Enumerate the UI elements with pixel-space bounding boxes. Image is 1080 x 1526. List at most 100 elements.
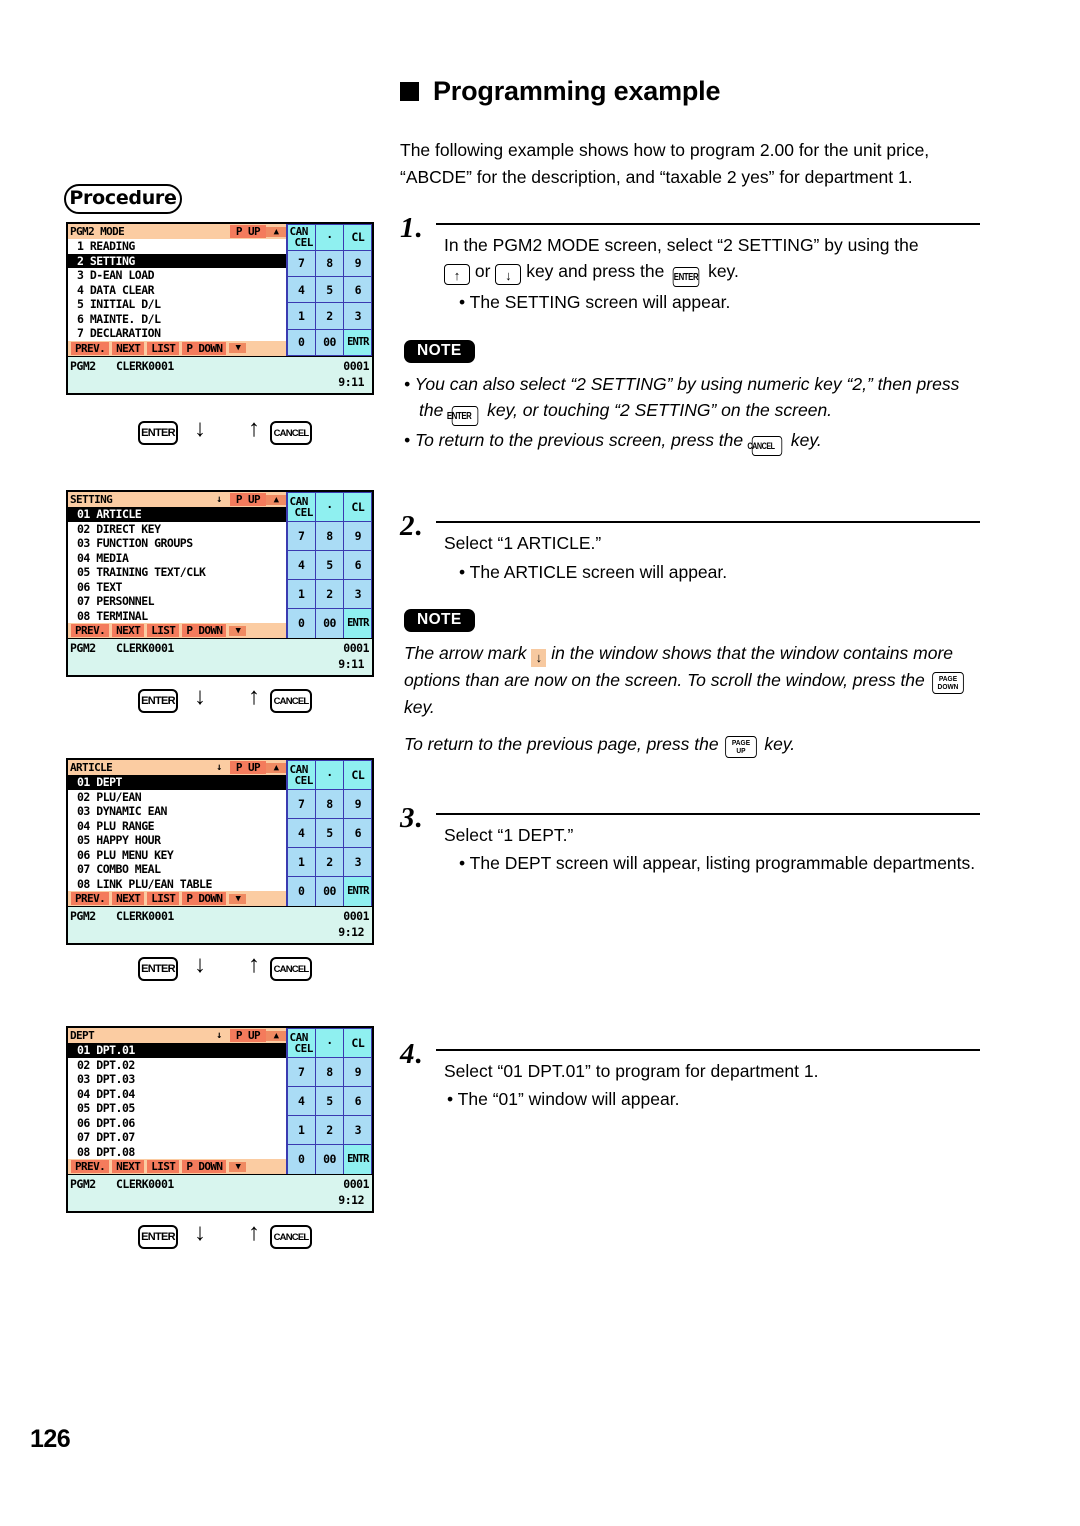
keypad-1-key[interactable]: 1 <box>286 847 316 878</box>
list-item[interactable]: 08 DPT.08 <box>68 1145 286 1160</box>
prev-button[interactable]: PREV. <box>71 341 110 355</box>
list-item-selected[interactable]: 01 DPT.01 <box>68 1043 286 1058</box>
up-triangle-icon[interactable]: ▲ <box>266 494 286 505</box>
list-item[interactable]: 04 DPT.04 <box>68 1087 286 1102</box>
keypad-enter-key[interactable]: ENTR <box>343 876 373 907</box>
keypad-5-key[interactable]: 5 <box>314 817 345 849</box>
keypad-enter-key[interactable]: ENTR <box>343 1144 373 1175</box>
keypad-3-key[interactable]: 3 <box>343 1115 373 1146</box>
enter-key-icon[interactable]: ENTER <box>138 1225 178 1249</box>
keypad-cl-key[interactable]: CL <box>343 1027 373 1058</box>
keypad-5-key[interactable]: 5 <box>314 549 345 581</box>
list-item[interactable]: 02 PLU/EAN <box>68 790 286 805</box>
keypad-00-key[interactable]: 00 <box>314 328 345 356</box>
keypad-4-key[interactable]: 4 <box>286 1085 316 1117</box>
keypad-7-key[interactable]: 7 <box>286 1056 316 1087</box>
keypad-2-key[interactable]: 2 <box>314 1115 345 1146</box>
keypad-cl-key[interactable]: CL <box>343 491 373 522</box>
page-down-button[interactable]: P DOWN <box>182 1160 227 1173</box>
list-item[interactable]: 4 DATA CLEAR <box>68 283 286 298</box>
keypad-00-key[interactable]: 00 <box>314 608 345 639</box>
keypad-8-key[interactable]: 8 <box>314 788 345 819</box>
prev-button[interactable]: PREV. <box>71 892 110 905</box>
list-item[interactable]: 05 DPT.05 <box>68 1101 286 1116</box>
up-triangle-icon[interactable]: ▲ <box>266 1030 286 1041</box>
keypad-dot-key[interactable]: · <box>314 491 345 522</box>
list-item[interactable]: 5 INITIAL D/L <box>68 297 286 312</box>
page-down-button[interactable]: P DOWN <box>182 892 227 905</box>
page-up-button[interactable]: P UP <box>229 493 266 506</box>
list-item[interactable]: 06 PLU MENU KEY <box>68 848 286 863</box>
keypad-1-key[interactable]: 1 <box>286 1115 316 1146</box>
keypad-4-key[interactable]: 4 <box>286 549 316 581</box>
list-item[interactable]: 3 D-EAN LOAD <box>68 268 286 283</box>
keypad-6-key[interactable]: 6 <box>343 817 373 849</box>
page-down-button[interactable]: P DOWN <box>182 341 227 355</box>
keypad-9-key[interactable]: 9 <box>343 249 373 278</box>
down-triangle-icon[interactable]: ▼ <box>229 1161 247 1172</box>
keypad-cl-key[interactable]: CL <box>343 223 373 251</box>
keypad-2-key[interactable]: 2 <box>314 847 345 878</box>
list-item[interactable]: 07 PERSONNEL <box>68 594 286 609</box>
list-item[interactable]: 02 DIRECT KEY <box>68 522 286 537</box>
keypad-1-key[interactable]: 1 <box>286 302 316 330</box>
list-button[interactable]: LIST <box>147 892 180 905</box>
keypad-00-key[interactable]: 00 <box>314 1144 345 1175</box>
next-button[interactable]: NEXT <box>112 1160 145 1173</box>
keypad-5-key[interactable]: 5 <box>314 276 345 304</box>
keypad-9-key[interactable]: 9 <box>343 1056 373 1087</box>
list-item-selected[interactable]: 01 DEPT <box>68 775 286 790</box>
list-item[interactable]: 03 DYNAMIC EAN <box>68 804 286 819</box>
keypad-7-key[interactable]: 7 <box>286 788 316 819</box>
cancel-key-icon[interactable]: CANCEL <box>270 421 312 445</box>
keypad-0-key[interactable]: 0 <box>286 1144 316 1175</box>
page-up-button[interactable]: P UP <box>229 761 266 774</box>
list-item-selected[interactable]: 2 SETTING <box>68 253 286 268</box>
list-item-selected[interactable]: 01 ARTICLE <box>68 507 286 522</box>
keypad-8-key[interactable]: 8 <box>314 1056 345 1087</box>
list-item[interactable]: 08 TERMINAL <box>68 609 286 624</box>
next-button[interactable]: NEXT <box>112 341 145 355</box>
keypad-6-key[interactable]: 6 <box>343 276 373 304</box>
keypad-enter-key[interactable]: ENTR <box>343 328 373 356</box>
keypad-2-key[interactable]: 2 <box>314 302 345 330</box>
keypad-3-key[interactable]: 3 <box>343 579 373 610</box>
keypad-9-key[interactable]: 9 <box>343 788 373 819</box>
page-up-button[interactable]: P UP <box>229 225 266 238</box>
keypad-4-key[interactable]: 4 <box>286 817 316 849</box>
keypad-0-key[interactable]: 0 <box>286 608 316 639</box>
keypad-2-key[interactable]: 2 <box>314 579 345 610</box>
keypad-9-key[interactable]: 9 <box>343 520 373 551</box>
cancel-key-icon[interactable]: CANCEL <box>270 957 312 981</box>
cancel-key-icon[interactable]: CANCEL <box>270 689 312 713</box>
cancel-key-icon[interactable]: CANCEL <box>270 1225 312 1249</box>
next-button[interactable]: NEXT <box>112 624 145 637</box>
list-item[interactable]: 02 DPT.02 <box>68 1058 286 1073</box>
page-up-button[interactable]: P UP <box>229 1029 266 1042</box>
down-triangle-icon[interactable]: ▼ <box>229 343 247 353</box>
next-button[interactable]: NEXT <box>112 892 145 905</box>
keypad-dot-key[interactable]: · <box>314 759 345 790</box>
keypad-3-key[interactable]: 3 <box>343 847 373 878</box>
list-item[interactable]: 06 TEXT <box>68 580 286 595</box>
prev-button[interactable]: PREV. <box>71 624 110 637</box>
page-down-button[interactable]: P DOWN <box>182 624 227 637</box>
keypad-7-key[interactable]: 7 <box>286 249 316 278</box>
keypad-6-key[interactable]: 6 <box>343 549 373 581</box>
keypad-cancel-key[interactable]: CAN CEL <box>286 759 316 790</box>
keypad-cancel-key[interactable]: CAN CEL <box>286 1027 316 1058</box>
keypad-7-key[interactable]: 7 <box>286 520 316 551</box>
list-item[interactable]: 03 FUNCTION GROUPS <box>68 536 286 551</box>
down-triangle-icon[interactable]: ▼ <box>229 893 247 904</box>
enter-key-icon[interactable]: ENTER <box>138 689 178 713</box>
list-item[interactable]: 04 MEDIA <box>68 551 286 566</box>
keypad-0-key[interactable]: 0 <box>286 328 316 356</box>
keypad-4-key[interactable]: 4 <box>286 276 316 304</box>
keypad-00-key[interactable]: 00 <box>314 876 345 907</box>
enter-key-icon[interactable]: ENTER <box>138 421 178 445</box>
list-item[interactable]: 05 HAPPY HOUR <box>68 833 286 848</box>
enter-key-icon[interactable]: ENTER <box>138 957 178 981</box>
keypad-5-key[interactable]: 5 <box>314 1085 345 1117</box>
keypad-1-key[interactable]: 1 <box>286 579 316 610</box>
list-button[interactable]: LIST <box>147 1160 180 1173</box>
